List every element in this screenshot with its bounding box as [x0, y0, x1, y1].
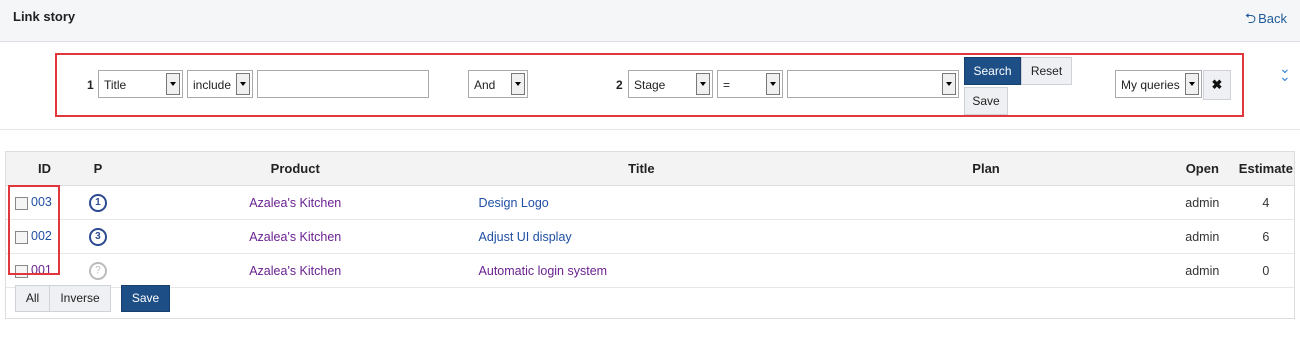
remove-query-button[interactable]: ✖ [1203, 70, 1231, 100]
table-header-row: ID P Product Title Plan Open Estimate [6, 152, 1294, 186]
chevron-down-icon [236, 73, 250, 95]
product-link[interactable]: Azalea's Kitchen [249, 230, 341, 244]
search-button[interactable]: Search [964, 57, 1021, 85]
col-plan-header[interactable]: Plan [805, 152, 1167, 186]
col-id-header[interactable]: ID [6, 152, 83, 186]
title-cell: Automatic login system [477, 253, 806, 288]
group1-index: 1 [87, 78, 94, 92]
page-header: Link story ⮌ Back [0, 0, 1300, 42]
product-link[interactable]: Azalea's Kitchen [249, 196, 341, 210]
close-icon: ✖ [1211, 77, 1223, 92]
story-title-link[interactable]: Design Logo [479, 196, 549, 210]
chevron-down-icon [511, 73, 525, 95]
back-label: Back [1258, 11, 1287, 26]
chevron-down-icon [166, 73, 180, 95]
estimate-cell: 0 [1237, 253, 1294, 288]
estimate-cell: 6 [1237, 219, 1294, 254]
operator1-value: include [193, 78, 232, 92]
save-link-button[interactable]: Save [121, 285, 170, 312]
id-highlight-box [8, 185, 60, 275]
reset-button[interactable]: Reset [1021, 57, 1072, 85]
col-priority-header[interactable]: P [82, 152, 113, 186]
value2-select[interactable] [787, 70, 959, 98]
field1-select[interactable]: Title [98, 70, 183, 98]
open-cell: admin [1166, 185, 1238, 220]
plan-cell [805, 219, 1167, 254]
priority-cell: ? [82, 253, 113, 288]
select-all-button[interactable]: All [15, 285, 50, 312]
estimate-cell: 4 [1237, 185, 1294, 220]
my-queries-select[interactable]: My queries [1115, 70, 1202, 98]
col-estimate-header[interactable]: Estimate [1237, 152, 1294, 186]
title-cell: Design Logo [477, 185, 806, 220]
col-open-header[interactable]: Open [1166, 152, 1238, 186]
field2-value: Stage [634, 78, 666, 92]
open-cell: admin [1166, 219, 1238, 254]
operator2-select[interactable]: = [717, 70, 783, 98]
search-form: 1 Title include And 2 Stage = Search Res… [0, 42, 1300, 130]
field2-select[interactable]: Stage [628, 70, 713, 98]
save-query-button[interactable]: Save [964, 87, 1008, 115]
product-cell: Azalea's Kitchen [112, 219, 478, 254]
title-cell: Adjust UI display [477, 219, 806, 254]
product-link[interactable]: Azalea's Kitchen [249, 264, 341, 278]
plan-cell [805, 253, 1167, 288]
group2-index: 2 [616, 78, 623, 92]
priority-badge: ? [88, 261, 107, 280]
table-row: 002 3 Azalea's Kitchen Adjust UI display… [6, 219, 1294, 254]
priority-cell: 1 [82, 185, 113, 220]
col-title-header[interactable]: Title [477, 152, 806, 186]
priority-badge: 3 [88, 227, 107, 246]
plan-cell [805, 185, 1167, 220]
operator2-value: = [723, 78, 731, 92]
logic-select[interactable]: And [468, 70, 528, 98]
col-product-header[interactable]: Product [112, 152, 478, 186]
logic-value: And [474, 78, 496, 92]
chevron-down-icon [942, 73, 956, 95]
story-title-link[interactable]: Automatic login system [479, 264, 608, 278]
my-queries-value: My queries [1121, 78, 1180, 92]
field1-value: Title [104, 78, 127, 92]
double-chevron-down-icon[interactable]: ⌄ ⌄ [1279, 61, 1291, 83]
story-title-link[interactable]: Adjust UI display [479, 230, 572, 244]
value1-input[interactable] [257, 70, 429, 98]
table-row: 001 ? Azalea's Kitchen Automatic login s… [6, 253, 1294, 288]
chevron-down-icon [1185, 73, 1199, 95]
back-button[interactable]: ⮌ Back [1245, 8, 1287, 32]
open-cell: admin [1166, 253, 1238, 288]
chevron-down-icon [766, 73, 780, 95]
story-table: ID P Product Title Plan Open Estimate 00… [5, 151, 1295, 319]
page-title: Link story [13, 9, 76, 24]
product-cell: Azalea's Kitchen [112, 185, 478, 220]
table-row: 003 1 Azalea's Kitchen Design Logo admin… [6, 185, 1294, 220]
operator1-select[interactable]: include [187, 70, 253, 98]
back-arrow-icon: ⮌ [1244, 10, 1257, 26]
priority-badge: 1 [88, 193, 107, 212]
priority-cell: 3 [82, 219, 113, 254]
product-cell: Azalea's Kitchen [112, 253, 478, 288]
inverse-selection-button[interactable]: Inverse [49, 285, 111, 312]
chevron-down-icon [696, 73, 710, 95]
